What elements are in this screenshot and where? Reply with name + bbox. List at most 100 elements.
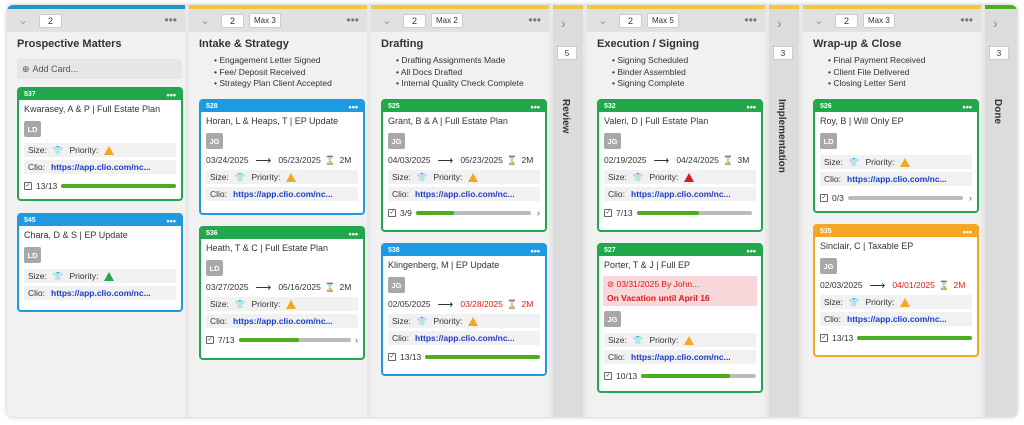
warning-priority-icon[interactable] <box>468 316 479 326</box>
clio-link[interactable]: https://app.clio.com/nc... <box>631 352 731 362</box>
avatar[interactable]: JG <box>820 258 837 274</box>
card-menu-icon[interactable]: ••• <box>167 216 176 226</box>
warning-priority-icon[interactable] <box>286 172 297 182</box>
warning-priority-icon[interactable] <box>900 157 911 167</box>
card[interactable]: 532 ••• Valeri, D | Full Estate Plan JG 0… <box>597 99 763 232</box>
collapse-chevron-icon[interactable]: ⌄ <box>13 12 33 30</box>
card-menu-icon[interactable]: ••• <box>167 90 176 100</box>
avatar[interactable]: LD <box>24 247 41 263</box>
card-menu-icon[interactable]: ••• <box>531 246 540 256</box>
column-header: ⌄ 2 ••• <box>7 9 185 32</box>
shirt-icon[interactable]: 👕 <box>235 299 246 310</box>
card-menu-icon[interactable]: ••• <box>349 102 358 112</box>
card-menu-icon[interactable]: ••• <box>747 246 756 256</box>
card-menu-icon[interactable]: ••• <box>747 102 756 112</box>
clio-link[interactable]: https://app.clio.com/nc... <box>847 314 947 324</box>
collapse-chevron-icon[interactable]: ⌄ <box>195 12 215 30</box>
avatar[interactable]: LD <box>820 133 837 149</box>
shirt-icon[interactable]: 👕 <box>849 297 860 308</box>
expand-chevron-icon[interactable]: › <box>561 15 566 31</box>
high-priority-icon[interactable] <box>684 172 695 182</box>
clio-link[interactable]: https://app.clio.com/nc... <box>233 189 333 199</box>
collapse-chevron-icon[interactable]: ⌄ <box>593 12 613 30</box>
checklist-row[interactable]: ✓ 10/13 <box>599 367 761 384</box>
column-review-collapsed[interactable]: › 5 Review <box>553 5 583 417</box>
chevron-right-icon[interactable]: › <box>355 335 358 345</box>
clio-link[interactable]: https://app.clio.com/nc... <box>51 162 151 172</box>
column-implementation-collapsed[interactable]: › 3 Implementation <box>769 5 799 417</box>
card[interactable]: 525 ••• Grant, B & A | Full Estate Plan J… <box>381 99 547 232</box>
avatar[interactable]: LD <box>24 121 41 137</box>
arrow-right-icon: ⟶ <box>437 154 454 167</box>
checklist-row[interactable]: ✓ 7/13 › <box>201 331 363 348</box>
avatar[interactable]: JG <box>206 133 223 149</box>
clio-link[interactable]: https://app.clio.com/nc... <box>233 316 333 326</box>
progress-fill <box>857 335 972 340</box>
shirt-icon[interactable]: 👕 <box>53 145 64 156</box>
column-menu-icon[interactable]: ••• <box>346 13 359 27</box>
chevron-right-icon[interactable]: › <box>969 193 972 203</box>
start-date: 04/03/2025 <box>388 155 431 165</box>
checklist-row[interactable]: ✓ 13/13 <box>383 348 545 365</box>
avatar[interactable]: JG <box>604 311 621 327</box>
checklist-row[interactable]: ✓ 3/9 › <box>383 204 545 221</box>
card[interactable]: 536 ••• Heath, T & C | Full Estate Plan L… <box>199 226 365 360</box>
card-title: Grant, B & A | Full Estate Plan <box>388 116 508 126</box>
column-menu-icon[interactable]: ••• <box>960 13 973 27</box>
warning-priority-icon[interactable] <box>286 299 297 309</box>
avatar[interactable]: JG <box>388 277 405 293</box>
warning-priority-icon[interactable] <box>468 172 479 182</box>
card-menu-icon[interactable]: ••• <box>963 102 972 112</box>
avatar[interactable]: JG <box>604 133 621 149</box>
checklist-count: 13/13 <box>400 351 422 362</box>
card[interactable]: 537 ••• Kwarasey, A & P | Full Estate Pla… <box>17 87 183 201</box>
checklist-row[interactable]: ✓ 0/3 › <box>815 189 977 206</box>
avatar[interactable]: LD <box>206 260 223 276</box>
shirt-icon[interactable]: 👕 <box>633 335 644 346</box>
card-menu-icon[interactable]: ••• <box>349 229 358 239</box>
column-menu-icon[interactable]: ••• <box>164 13 177 27</box>
column-done-collapsed[interactable]: › 3 Done <box>985 5 1017 417</box>
card[interactable]: 527 ••• Porter, T & J | Full EP ⊘ 03/31/2… <box>597 243 763 393</box>
card-header: 536 ••• <box>201 228 363 239</box>
collapse-chevron-icon[interactable]: ⌄ <box>809 12 829 30</box>
shirt-icon[interactable]: 👕 <box>633 172 644 183</box>
warning-priority-icon[interactable] <box>684 335 695 345</box>
clio-label: Clio: <box>392 333 410 343</box>
column-menu-icon[interactable]: ••• <box>744 13 757 27</box>
card[interactable]: 538 ••• Klingenberg, M | EP Update JG 02/… <box>381 243 547 376</box>
clio-link[interactable]: https://app.clio.com/nc... <box>631 189 731 199</box>
clio-row: Clio: https://app.clio.com/nc... <box>604 350 756 364</box>
shirt-icon[interactable]: 👕 <box>53 271 64 282</box>
shirt-icon[interactable]: 👕 <box>235 172 246 183</box>
clio-link[interactable]: https://app.clio.com/nc... <box>415 333 515 343</box>
avatar[interactable]: JG <box>388 133 405 149</box>
warning-priority-icon[interactable] <box>104 145 115 155</box>
expand-chevron-icon[interactable]: › <box>993 15 998 31</box>
warning-priority-icon[interactable] <box>900 297 911 307</box>
shirt-icon[interactable]: 👕 <box>417 172 428 183</box>
card-menu-icon[interactable]: ••• <box>531 102 540 112</box>
collapse-chevron-icon[interactable]: ⌄ <box>377 12 397 30</box>
column-menu-icon[interactable]: ••• <box>528 13 541 27</box>
chevron-right-icon[interactable]: › <box>537 208 540 218</box>
checklist-row[interactable]: ✓ 13/13 <box>815 329 977 346</box>
checklist-row[interactable]: ✓ 7/13 <box>599 204 761 221</box>
shirt-icon[interactable]: 👕 <box>417 316 428 327</box>
card[interactable]: 526 ••• Roy, B | Will Only EP LD Size: 👕 P… <box>813 99 979 213</box>
clio-link[interactable]: https://app.clio.com/nc... <box>847 174 947 184</box>
shirt-icon[interactable]: 👕 <box>849 157 860 168</box>
card[interactable]: 545 ••• Chara, D & S | EP Update LD Size:… <box>17 213 183 312</box>
size-priority-row: Size: 👕 Priority: <box>24 143 176 157</box>
clio-link[interactable]: https://app.clio.com/nc... <box>51 288 151 298</box>
card[interactable]: 535 ••• Sinclair, C | Taxable EP JG 02/03… <box>813 224 979 357</box>
card-menu-icon[interactable]: ••• <box>963 227 972 237</box>
card-number: 532 <box>604 103 616 110</box>
add-card-button[interactable]: ⊕ Add Card... <box>17 59 182 79</box>
card[interactable]: 528 ••• Horan, L & Heaps, T | EP Update J… <box>199 99 365 215</box>
low-priority-icon[interactable] <box>104 271 115 281</box>
clio-link[interactable]: https://app.clio.com/nc... <box>415 189 515 199</box>
checklist-row[interactable]: ✓ 13/13 <box>19 177 181 194</box>
progress-fill <box>636 210 699 215</box>
expand-chevron-icon[interactable]: › <box>777 15 782 31</box>
